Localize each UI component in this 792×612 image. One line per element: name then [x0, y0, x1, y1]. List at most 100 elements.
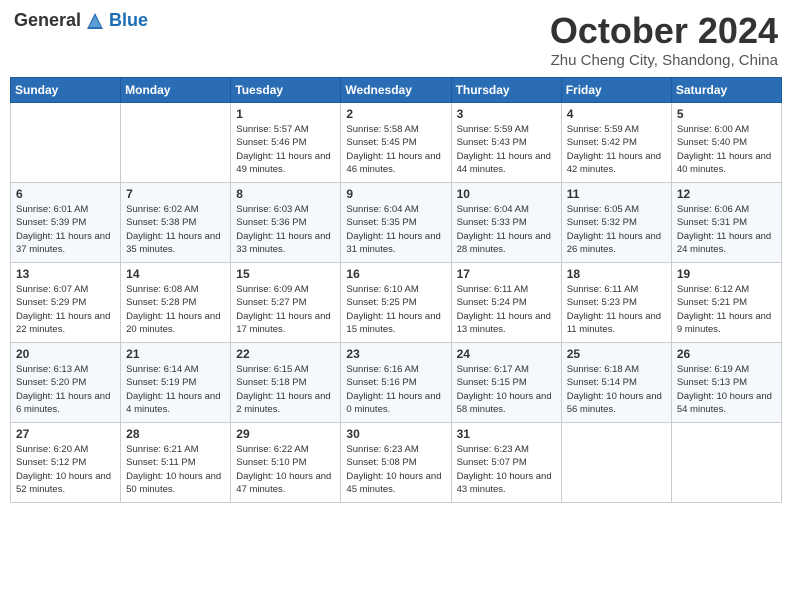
day-info: Sunrise: 6:17 AM Sunset: 5:15 PM Dayligh…	[457, 363, 556, 416]
day-number: 18	[567, 267, 666, 281]
day-info: Sunrise: 6:04 AM Sunset: 5:33 PM Dayligh…	[457, 203, 556, 256]
day-info: Sunrise: 6:20 AM Sunset: 5:12 PM Dayligh…	[16, 443, 115, 496]
day-number: 7	[126, 187, 225, 201]
calendar-table: SundayMondayTuesdayWednesdayThursdayFrid…	[10, 77, 782, 503]
day-info: Sunrise: 6:13 AM Sunset: 5:20 PM Dayligh…	[16, 363, 115, 416]
day-number: 25	[567, 347, 666, 361]
day-number: 26	[677, 347, 776, 361]
calendar-cell	[11, 103, 121, 183]
calendar-cell: 9 Sunrise: 6:04 AM Sunset: 5:35 PM Daylig…	[341, 183, 451, 263]
weekday-header-tuesday: Tuesday	[231, 78, 341, 103]
day-number: 1	[236, 107, 335, 121]
calendar-cell: 26 Sunrise: 6:19 AM Sunset: 5:13 PM Dayli…	[671, 343, 781, 423]
day-info: Sunrise: 6:02 AM Sunset: 5:38 PM Dayligh…	[126, 203, 225, 256]
weekday-header-row: SundayMondayTuesdayWednesdayThursdayFrid…	[11, 78, 782, 103]
day-info: Sunrise: 6:11 AM Sunset: 5:24 PM Dayligh…	[457, 283, 556, 336]
day-number: 21	[126, 347, 225, 361]
calendar-cell: 3 Sunrise: 5:59 AM Sunset: 5:43 PM Daylig…	[451, 103, 561, 183]
calendar-cell: 20Sunrise: 6:13 AM Sunset: 5:20 PM Dayli…	[11, 343, 121, 423]
day-number: 24	[457, 347, 556, 361]
logo-blue: Blue	[109, 10, 148, 31]
day-info: Sunrise: 6:16 AM Sunset: 5:16 PM Dayligh…	[346, 363, 445, 416]
day-info: Sunrise: 6:00 AM Sunset: 5:40 PM Dayligh…	[677, 123, 776, 176]
day-number: 12	[677, 187, 776, 201]
day-number: 19	[677, 267, 776, 281]
weekday-header-wednesday: Wednesday	[341, 78, 451, 103]
calendar-cell: 18Sunrise: 6:11 AM Sunset: 5:23 PM Dayli…	[561, 263, 671, 343]
calendar-cell: 1 Sunrise: 5:57 AM Sunset: 5:46 PM Daylig…	[231, 103, 341, 183]
calendar-cell: 5 Sunrise: 6:00 AM Sunset: 5:40 PM Daylig…	[671, 103, 781, 183]
calendar-cell	[671, 423, 781, 503]
calendar-cell: 15 Sunrise: 6:09 AM Sunset: 5:27 PM Dayli…	[231, 263, 341, 343]
calendar-cell: 19 Sunrise: 6:12 AM Sunset: 5:21 PM Dayli…	[671, 263, 781, 343]
day-info: Sunrise: 6:10 AM Sunset: 5:25 PM Dayligh…	[346, 283, 445, 336]
weekday-header-saturday: Saturday	[671, 78, 781, 103]
calendar-cell: 22 Sunrise: 6:15 AM Sunset: 5:18 PM Dayli…	[231, 343, 341, 423]
logo-icon	[85, 11, 105, 31]
day-info: Sunrise: 6:06 AM Sunset: 5:31 PM Dayligh…	[677, 203, 776, 256]
day-info: Sunrise: 6:23 AM Sunset: 5:08 PM Dayligh…	[346, 443, 445, 496]
day-number: 30	[346, 427, 445, 441]
day-number: 15	[236, 267, 335, 281]
calendar-cell: 12 Sunrise: 6:06 AM Sunset: 5:31 PM Dayli…	[671, 183, 781, 263]
day-number: 23	[346, 347, 445, 361]
day-info: Sunrise: 6:07 AM Sunset: 5:29 PM Dayligh…	[16, 283, 115, 336]
calendar-cell: 2 Sunrise: 5:58 AM Sunset: 5:45 PM Daylig…	[341, 103, 451, 183]
calendar-cell: 14Sunrise: 6:08 AM Sunset: 5:28 PM Dayli…	[121, 263, 231, 343]
calendar-week-5: 27 Sunrise: 6:20 AM Sunset: 5:12 PM Dayli…	[11, 423, 782, 503]
calendar-week-4: 20Sunrise: 6:13 AM Sunset: 5:20 PM Dayli…	[11, 343, 782, 423]
calendar-cell: 25 Sunrise: 6:18 AM Sunset: 5:14 PM Dayli…	[561, 343, 671, 423]
day-number: 27	[16, 427, 115, 441]
calendar-cell	[561, 423, 671, 503]
day-number: 4	[567, 107, 666, 121]
day-info: Sunrise: 5:58 AM Sunset: 5:45 PM Dayligh…	[346, 123, 445, 176]
calendar-cell: 21 Sunrise: 6:14 AM Sunset: 5:19 PM Dayli…	[121, 343, 231, 423]
calendar-cell: 6 Sunrise: 6:01 AM Sunset: 5:39 PM Daylig…	[11, 183, 121, 263]
weekday-header-monday: Monday	[121, 78, 231, 103]
calendar-cell: 29Sunrise: 6:22 AM Sunset: 5:10 PM Dayli…	[231, 423, 341, 503]
day-info: Sunrise: 6:04 AM Sunset: 5:35 PM Dayligh…	[346, 203, 445, 256]
calendar-week-1: 1 Sunrise: 5:57 AM Sunset: 5:46 PM Daylig…	[11, 103, 782, 183]
day-info: Sunrise: 6:09 AM Sunset: 5:27 PM Dayligh…	[236, 283, 335, 336]
day-info: Sunrise: 6:15 AM Sunset: 5:18 PM Dayligh…	[236, 363, 335, 416]
logo-general: General	[14, 10, 81, 31]
day-number: 13	[16, 267, 115, 281]
day-number: 3	[457, 107, 556, 121]
day-number: 5	[677, 107, 776, 121]
day-info: Sunrise: 6:14 AM Sunset: 5:19 PM Dayligh…	[126, 363, 225, 416]
calendar-cell: 30 Sunrise: 6:23 AM Sunset: 5:08 PM Dayli…	[341, 423, 451, 503]
calendar-cell: 4Sunrise: 5:59 AM Sunset: 5:42 PM Daylig…	[561, 103, 671, 183]
day-number: 2	[346, 107, 445, 121]
day-number: 9	[346, 187, 445, 201]
calendar-cell: 16Sunrise: 6:10 AM Sunset: 5:25 PM Dayli…	[341, 263, 451, 343]
day-number: 11	[567, 187, 666, 201]
day-number: 6	[16, 187, 115, 201]
day-info: Sunrise: 6:01 AM Sunset: 5:39 PM Dayligh…	[16, 203, 115, 256]
month-title: October 2024	[550, 10, 778, 52]
day-info: Sunrise: 6:21 AM Sunset: 5:11 PM Dayligh…	[126, 443, 225, 496]
calendar-cell: 23 Sunrise: 6:16 AM Sunset: 5:16 PM Dayli…	[341, 343, 451, 423]
calendar-body: 1 Sunrise: 5:57 AM Sunset: 5:46 PM Daylig…	[11, 103, 782, 503]
calendar-cell: 24 Sunrise: 6:17 AM Sunset: 5:15 PM Dayli…	[451, 343, 561, 423]
calendar-cell	[121, 103, 231, 183]
calendar-week-2: 6 Sunrise: 6:01 AM Sunset: 5:39 PM Daylig…	[11, 183, 782, 263]
logo: General Blue	[14, 10, 148, 31]
calendar-cell: 13 Sunrise: 6:07 AM Sunset: 5:29 PM Dayli…	[11, 263, 121, 343]
day-number: 8	[236, 187, 335, 201]
day-info: Sunrise: 5:59 AM Sunset: 5:43 PM Dayligh…	[457, 123, 556, 176]
day-info: Sunrise: 6:23 AM Sunset: 5:07 PM Dayligh…	[457, 443, 556, 496]
day-number: 17	[457, 267, 556, 281]
weekday-header-thursday: Thursday	[451, 78, 561, 103]
title-block: October 2024 Zhu Cheng City, Shandong, C…	[550, 10, 778, 69]
day-info: Sunrise: 6:12 AM Sunset: 5:21 PM Dayligh…	[677, 283, 776, 336]
day-number: 29	[236, 427, 335, 441]
calendar-cell: 17 Sunrise: 6:11 AM Sunset: 5:24 PM Dayli…	[451, 263, 561, 343]
calendar-week-3: 13 Sunrise: 6:07 AM Sunset: 5:29 PM Dayli…	[11, 263, 782, 343]
calendar-cell: 7 Sunrise: 6:02 AM Sunset: 5:38 PM Daylig…	[121, 183, 231, 263]
page-header: General Blue October 2024 Zhu Cheng City…	[10, 10, 782, 69]
day-info: Sunrise: 6:19 AM Sunset: 5:13 PM Dayligh…	[677, 363, 776, 416]
day-number: 31	[457, 427, 556, 441]
day-info: Sunrise: 6:18 AM Sunset: 5:14 PM Dayligh…	[567, 363, 666, 416]
day-info: Sunrise: 5:57 AM Sunset: 5:46 PM Dayligh…	[236, 123, 335, 176]
day-number: 22	[236, 347, 335, 361]
